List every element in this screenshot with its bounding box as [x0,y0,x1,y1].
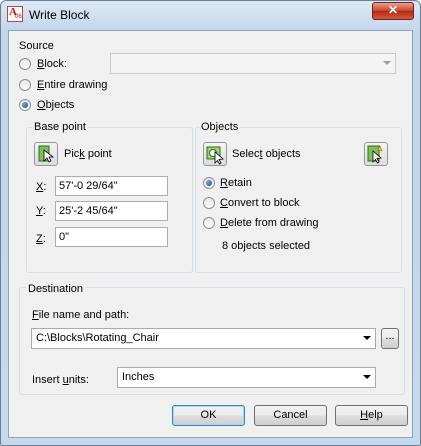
pick-point-button[interactable] [34,142,58,166]
x-value: 57'-0 29/64" [59,180,118,192]
select-objects-button[interactable] [203,142,227,166]
dialog-client-area: Source Block: Entire drawing Objects Bas… [8,30,413,438]
window-title: Write Block [29,8,90,22]
close-button[interactable]: ✕ [372,2,414,20]
entire-drawing-label[interactable]: Entire drawing [37,79,107,91]
insert-units-label: Insert units: [32,374,89,386]
entire-drawing-radio[interactable] [19,79,31,91]
retain-label[interactable]: Retain [220,177,252,189]
select-objects-icon [206,146,224,165]
base-point-title: Base point [32,121,88,133]
y-label: Y: [36,205,46,217]
y-value: 25'-2 45/64" [59,205,118,217]
z-label: Z: [36,233,46,245]
x-coordinate-field[interactable]: 57'-0 29/64" [55,176,168,196]
source-section-title: Source [19,40,54,52]
browse-button[interactable]: ... [381,328,399,349]
ok-button[interactable]: OK [172,405,245,426]
autocad-icon[interactable] [7,6,23,22]
convert-to-block-label[interactable]: Convert to block [220,197,300,209]
chevron-down-icon [363,375,371,379]
chevron-down-icon [383,61,391,65]
pick-point-label[interactable]: Pick point [64,148,112,160]
insert-units-dropdown[interactable]: Inches [117,367,376,388]
y-coordinate-field[interactable]: 25'-2 45/64" [55,201,168,221]
x-label: X: [36,181,47,193]
block-radio-label[interactable]: Block: [37,58,67,70]
file-path-value: C:\Blocks\Rotating_Chair [36,332,159,344]
delete-from-drawing-radio[interactable] [203,217,215,229]
quick-select-button[interactable] [364,142,388,166]
insert-units-value: Inches [122,371,155,383]
quick-select-icon [367,145,383,164]
block-name-dropdown[interactable] [110,53,396,74]
block-label-rest: lock: [44,58,67,70]
chevron-down-icon [363,336,371,340]
delete-from-drawing-label[interactable]: Delete from drawing [220,217,318,229]
retain-radio[interactable] [203,177,215,189]
objects-title: Objects [199,121,241,133]
title-bar[interactable]: Write Block ✕ [1,1,420,29]
convert-to-block-radio[interactable] [203,197,215,209]
select-objects-label[interactable]: Select objects [232,148,301,160]
z-value: 0" [59,231,70,243]
pick-point-icon [38,145,55,163]
objects-selected-count: 8 objects selected [222,240,311,252]
block-radio[interactable] [19,58,31,70]
destination-title: Destination [26,283,86,295]
write-block-dialog: Write Block ✕ Source Block: Entire drawi… [0,0,421,446]
objects-radio-label[interactable]: Objects [37,99,74,111]
help-button[interactable]: Help [335,405,408,426]
z-coordinate-field[interactable]: 0" [55,227,168,247]
objects-radio[interactable] [19,99,31,111]
file-path-dropdown[interactable]: C:\Blocks\Rotating_Chair [31,328,376,349]
cancel-button[interactable]: Cancel [254,405,327,426]
file-name-label: File name and path: [32,309,130,321]
